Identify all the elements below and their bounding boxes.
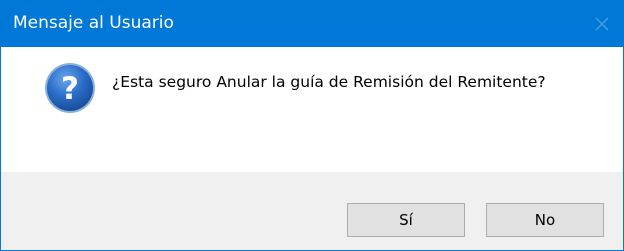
window-title: Mensaje al Usuario: [13, 13, 174, 33]
question-icon: ?: [45, 63, 95, 113]
button-bar: Sí No: [1, 172, 623, 250]
svg-text:?: ?: [61, 71, 79, 107]
close-icon: [595, 17, 609, 31]
no-button[interactable]: No: [486, 203, 604, 237]
title-bar[interactable]: Mensaje al Usuario: [0, 0, 624, 47]
message-dialog: Mensaje al Usuario ? ¿Esta seguro Anular…: [0, 0, 624, 251]
dialog-message: ¿Esta seguro Anular la guía de Remisión …: [112, 73, 546, 91]
yes-button[interactable]: Sí: [347, 203, 465, 237]
close-button[interactable]: [582, 0, 624, 47]
